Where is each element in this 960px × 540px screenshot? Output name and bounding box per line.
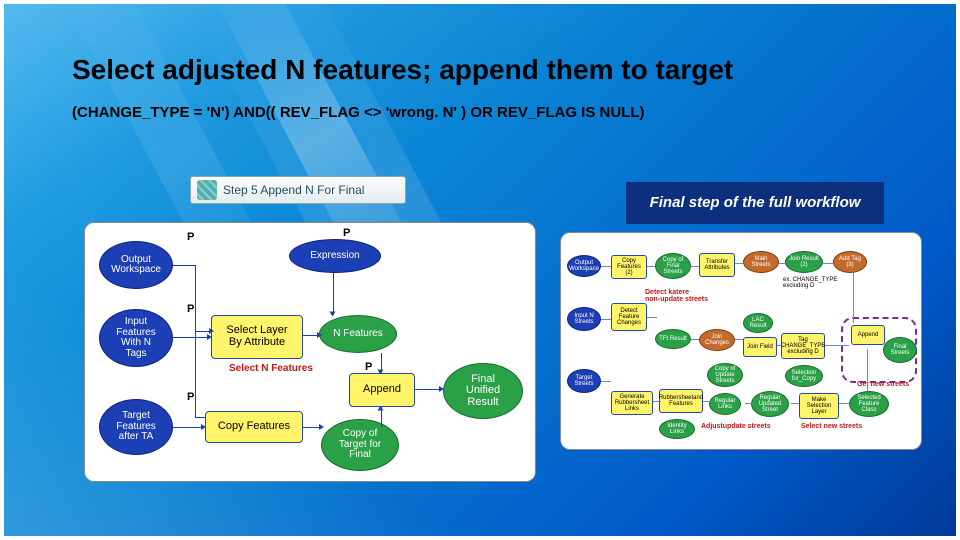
slide-title: Select adjusted N features; append them … [72,54,916,86]
mini-node: RubbersheetandFeatures [659,389,703,413]
mini-node: CopyFeatures(2) [611,255,647,279]
mini-caption: Select new streets [801,423,862,430]
mini-label: ex. CHANGE_TYPEexcluding D [783,277,849,289]
node-n-features: N Features [319,315,397,353]
mini-node: Copy ofUpdateStreets [707,363,743,387]
mini-node: JoinChanges [699,329,735,351]
node-target-features-ta: TargetFeaturesafter TA [99,399,173,455]
mini-node: DetectFeatureChanges [611,303,647,331]
mini-node: GenerateRubbersheetLinks [611,391,653,415]
p-label: P [187,391,194,403]
slide-subtitle: (CHANGE_TYPE = 'N') AND(( REV_FLAG <> 'w… [72,104,916,121]
mini-node: Selectionfor_Copy [785,365,823,387]
mini-node: Input NStreets [567,307,601,331]
node-copy-of-target: Copy ofTarget forFinal [321,419,399,471]
mini-node: IdentityLinks [659,419,695,439]
mini-node: TransferAttributes [699,253,735,277]
p-label: P [187,231,194,243]
node-output-workspace: OutputWorkspace [99,241,173,289]
mini-node: RegularUpdatedStreet [751,391,789,417]
final-step-banner: Final step of the full workflow [626,182,884,224]
slide: Select adjusted N features; append them … [0,0,960,540]
mini-node: Add Tag(3) [833,251,867,273]
p-label: P [343,227,350,239]
node-copy-features: Copy Features [205,411,303,443]
mini-node: Join Field [743,337,777,357]
mini-caption: Detect katerenon-update streets [645,289,708,303]
mini-caption: Adjustupdate streets [701,423,771,430]
banner-text: Final step of the full workflow [650,194,861,211]
mini-node: MakeSelectionLayer [799,393,839,419]
step-chip: Step 5 Append N For Final [190,176,406,204]
mini-node: RegularLinks [709,393,741,415]
mini-node: MainStreets [743,251,779,273]
mini-node: Copy ofFinalStreets [655,253,691,279]
mini-node-final: FinalStreets [883,337,917,363]
mini-node: Tag CHANGE_TYPEexcluding D [781,333,825,359]
node-input-features-n: InputFeaturesWith NTags [99,309,173,367]
node-select-layer-by-attribute: Select LayerBy Attribute [211,315,303,359]
p-label: P [365,361,372,373]
workflow-diagram-right: OutputWorkspace Input NStreets TargetStr… [560,232,922,450]
mini-node: TFt Result [655,329,691,349]
p-label: P [187,303,194,315]
mini-node: LACResult [743,313,773,333]
caption-select-n: Select N Features [229,363,313,374]
step-chip-label: Step 5 Append N For Final [223,183,364,197]
mini-node: TargetStreets [567,369,601,393]
node-append: Append [349,373,415,407]
mini-caption: Get new streets [857,381,909,388]
step-icon [197,180,217,200]
mini-node: SelectedFeatureClass [849,391,889,417]
mini-node: Append [851,325,885,345]
node-final-unified-result: FinalUnifiedResult [443,363,523,419]
workflow-diagram-left: OutputWorkspace InputFeaturesWith NTags … [84,222,536,482]
mini-node: Join Result(2) [785,251,823,273]
node-expression: Expression [289,239,381,273]
mini-node: OutputWorkspace [567,255,601,277]
